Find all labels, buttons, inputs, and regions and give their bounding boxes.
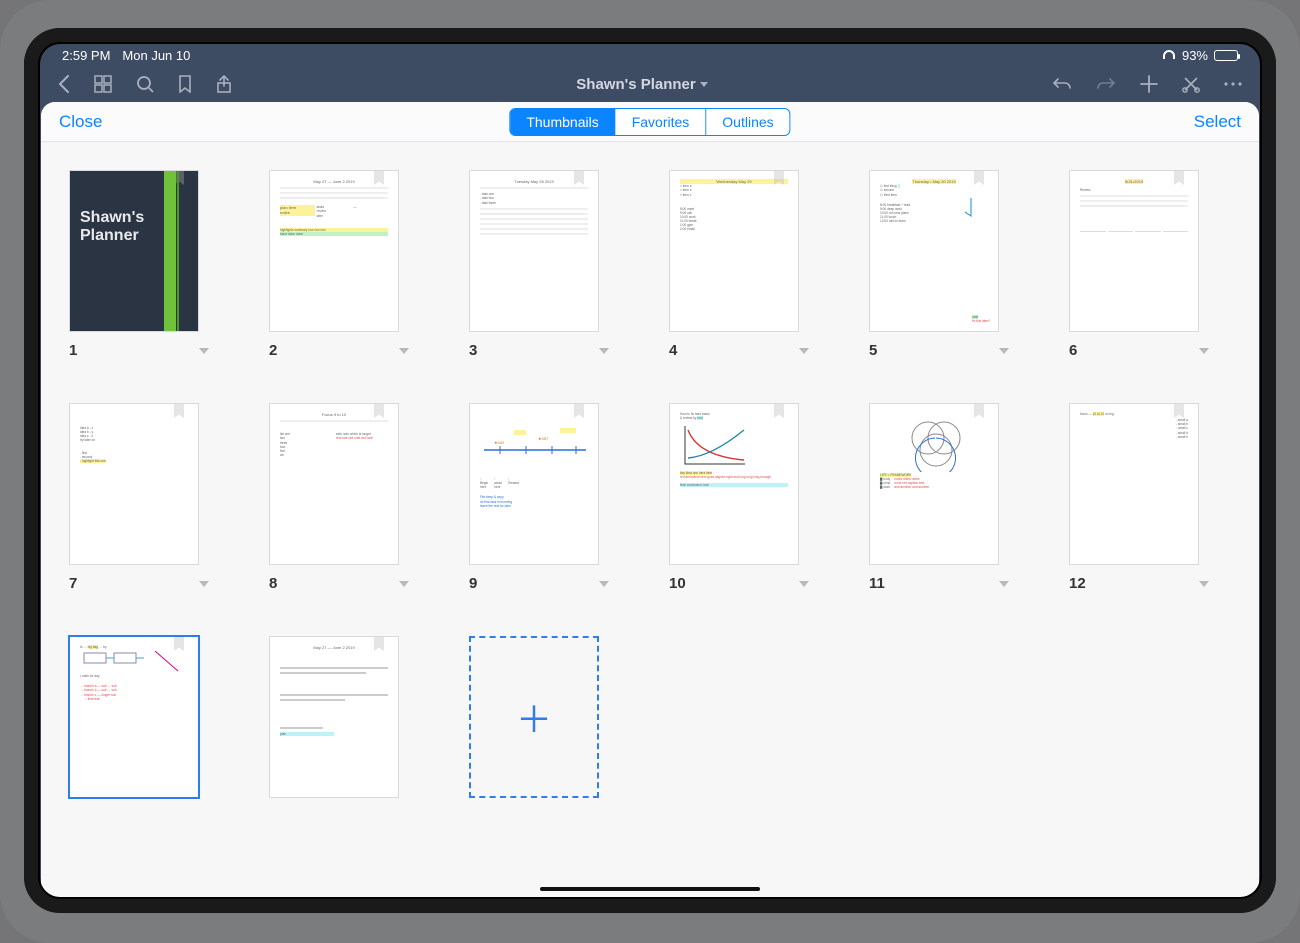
home-indicator[interactable] [540, 887, 760, 891]
page-thumbnail[interactable]: May 27 — June 2 2019 plan [269, 636, 409, 798]
view-segmented-control: Thumbnails Favorites Outlines [509, 108, 790, 136]
page-thumbnail[interactable]: LIFE = FRAMEWORK ▇ body▇ mind▇ work note… [869, 403, 1009, 592]
page-thumbnail[interactable]: Shawn'sPlanner 1 [69, 170, 209, 359]
page-thumbnail[interactable]: Focus 9 to 10 list onetwothreefourfivesi… [269, 403, 409, 592]
page-thumbnail[interactable]: Tuesday May 28 2019 - task one- task two… [469, 170, 609, 359]
page-number: 7 [69, 575, 77, 592]
page-thumbnail[interactable]: May 27 — June 2 2019 plan itemnotes task… [269, 170, 409, 359]
chevron-down-icon[interactable] [599, 348, 609, 354]
share-icon[interactable] [216, 75, 232, 93]
chevron-down-icon[interactable] [999, 581, 1009, 587]
page-thumbnail[interactable]: Wednesday May 29 □ item a□ item b□ item … [669, 170, 809, 359]
status-date: Mon Jun 10 [122, 48, 190, 63]
status-time: 2:59 PM [62, 48, 110, 63]
undo-icon[interactable] [1052, 77, 1072, 91]
bookmark-icon[interactable] [178, 75, 192, 93]
chevron-down-icon[interactable] [199, 348, 209, 354]
page-thumbnail[interactable]: focus — 10 to 12 on big - small a- small… [1069, 403, 1209, 592]
tab-outlines[interactable]: Outlines [706, 109, 789, 135]
page-thumbnail[interactable]: Thursday • May 30 2019 ☑ first thing ☑ s… [869, 170, 1009, 359]
page-number: 1 [69, 342, 77, 359]
app-toolbar: Shawn's Planner [40, 66, 1260, 102]
more-icon[interactable] [1224, 81, 1242, 87]
chevron-down-icon[interactable] [1199, 348, 1209, 354]
cover-title-line1: Shawn's [80, 209, 144, 226]
chevron-down-icon[interactable] [700, 82, 708, 87]
page-number: 6 [1069, 342, 1077, 359]
back-button[interactable] [58, 75, 70, 93]
battery-pct: 93% [1182, 48, 1208, 63]
page-thumbnail[interactable]: idea a - xidea b - yidea c - ztry later … [69, 403, 209, 592]
chevron-down-icon[interactable] [399, 581, 409, 587]
page-thumbnail[interactable]: 5•31•2019 Review 6 [1069, 170, 1209, 359]
chevron-down-icon[interactable] [199, 581, 209, 587]
page-number: 4 [669, 342, 677, 359]
chevron-down-icon[interactable] [799, 581, 809, 587]
grid-view-icon[interactable] [94, 75, 112, 93]
page-thumbnail[interactable]: How to fix hard tasks& review by end key… [669, 403, 809, 592]
tab-thumbnails[interactable]: Thumbnails [510, 109, 615, 135]
page-number: 2 [269, 342, 277, 359]
page-thumbnail[interactable]: ★042 ★057 ↑Beginhere ↑abouthere ↑Reward [469, 403, 609, 592]
headphones-icon [1162, 48, 1176, 63]
tab-favorites[interactable]: Favorites [616, 109, 707, 135]
battery-icon [1214, 50, 1238, 61]
panel-header: Close Thumbnails Favorites Outlines Sele… [41, 102, 1259, 142]
chevron-down-icon[interactable] [999, 348, 1009, 354]
page-number: 10 [669, 575, 686, 592]
cut-icon[interactable] [1182, 75, 1200, 93]
page-number: 11 [869, 575, 885, 592]
chevron-down-icon[interactable] [399, 348, 409, 354]
page-number: 5 [869, 342, 877, 359]
status-bar: 2:59 PM Mon Jun 10 93% [40, 44, 1260, 66]
page-number: 8 [269, 575, 277, 592]
add-page-button[interactable]: ＋ [469, 636, 609, 798]
search-icon[interactable] [136, 75, 154, 93]
thumbnail-grid: Shawn'sPlanner 1 May 27 — June 2 2019 pl… [41, 142, 1259, 897]
add-icon[interactable] [1140, 75, 1158, 93]
page-thumbnail[interactable]: to → big bag → try • main for day → bran… [69, 636, 209, 798]
page-number: 3 [469, 342, 477, 359]
cover-title-line2: Planner [80, 227, 139, 244]
document-title[interactable]: Shawn's Planner [576, 76, 695, 93]
redo-icon[interactable] [1096, 77, 1116, 91]
svg-text:★057: ★057 [538, 436, 549, 441]
plus-icon: ＋ [516, 691, 552, 743]
chevron-down-icon[interactable] [799, 348, 809, 354]
select-button[interactable]: Select [1194, 112, 1241, 132]
chevron-down-icon[interactable] [599, 581, 609, 587]
close-button[interactable]: Close [59, 112, 102, 132]
page-number: 9 [469, 575, 477, 592]
chevron-down-icon[interactable] [1199, 581, 1209, 587]
page-number: 12 [1069, 575, 1086, 592]
svg-text:★042: ★042 [494, 440, 505, 445]
